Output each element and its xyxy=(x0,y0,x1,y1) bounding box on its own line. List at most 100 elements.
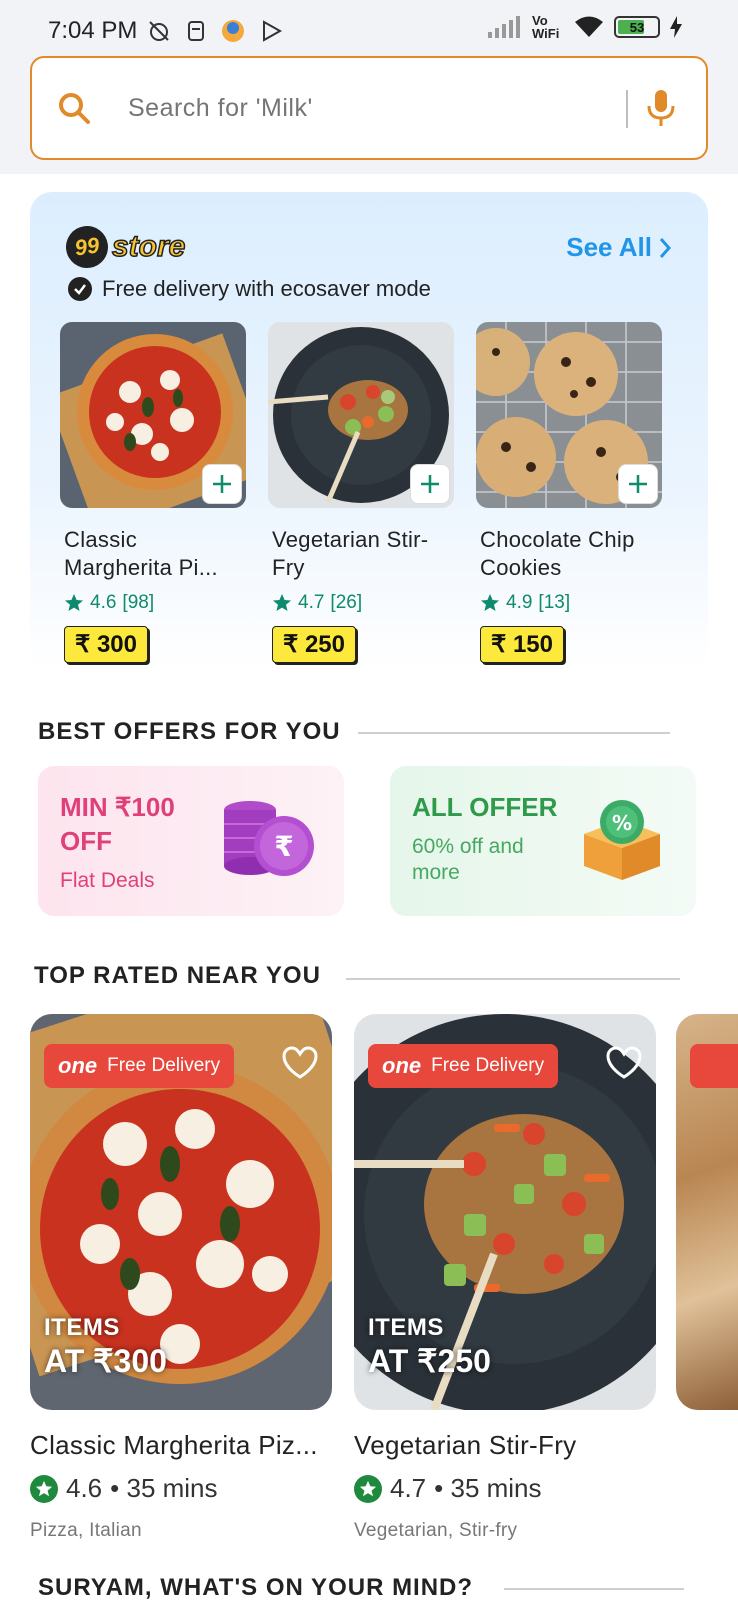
restaurant-card[interactable]: one Free Delivery ITEMS AT ₹250 Vegetari… xyxy=(354,1014,656,1542)
status-system-icons: Vo WiFi 53 xyxy=(488,14,682,40)
items-price: AT ₹250 xyxy=(368,1343,491,1379)
alarm-off-icon xyxy=(149,21,169,41)
restaurant-meta: 4.6 • 35 mins xyxy=(30,1473,332,1504)
free-delivery-text: Free Delivery xyxy=(107,1055,221,1076)
star-icon xyxy=(65,594,83,611)
chevron-right-icon xyxy=(659,237,672,258)
search-container xyxy=(0,56,738,174)
store-logo-badge: 99 xyxy=(63,223,111,271)
restaurant-rating: 4.6 xyxy=(66,1473,103,1503)
plus-icon xyxy=(421,475,439,493)
items-price-overlay: ITEMS AT ₹300 xyxy=(44,1314,167,1380)
search-icon[interactable] xyxy=(56,90,92,126)
restaurant-cuisine: Vegetarian, Stir-fry xyxy=(354,1520,518,1541)
heart-icon[interactable] xyxy=(606,1046,642,1080)
section-divider xyxy=(358,732,670,734)
status-bar: 7:04 PM Vo WiFi 53 xyxy=(0,0,738,56)
svg-text:₹: ₹ xyxy=(274,830,293,863)
store-section: 99 store See All Free delivery with ecos… xyxy=(30,192,708,670)
play-store-icon xyxy=(263,20,283,42)
restaurant-time: • 35 mins xyxy=(110,1473,218,1503)
restaurant-image-cookies xyxy=(676,1014,738,1410)
store-items-list: Classic Margherita Pi... 4.6 [98] ₹ 300 … xyxy=(60,322,662,663)
signal-icon xyxy=(488,16,520,38)
search-input[interactable] xyxy=(128,88,608,128)
battery-icon: 53 xyxy=(614,16,660,38)
add-to-cart-button[interactable] xyxy=(410,464,450,504)
restaurant-card-peek[interactable] xyxy=(676,1014,738,1410)
offer-title: MIN ₹100 OFF xyxy=(60,792,175,856)
free-delivery-badge: one Free Delivery xyxy=(44,1044,235,1088)
rating-count: [98] xyxy=(122,592,155,613)
app-notification-icon xyxy=(188,21,204,41)
price-tag: ₹ 150 xyxy=(480,626,564,663)
restaurant-image-pizza: one Free Delivery ITEMS AT ₹300 xyxy=(30,1014,332,1410)
offer-card-min-off[interactable]: MIN ₹100 OFF Flat Deals ₹ xyxy=(38,766,344,916)
store-item-name: Classic Margherita Pi... xyxy=(64,527,218,580)
see-all-label: See All xyxy=(566,232,652,262)
store-logo: 99 store xyxy=(63,223,186,271)
avatar-notification-icon xyxy=(222,20,244,42)
offer-subtitle: 60% off and more xyxy=(412,835,524,884)
check-circle-icon xyxy=(68,277,92,301)
rating-count: [26] xyxy=(330,592,363,613)
rating-count: [13] xyxy=(538,592,571,613)
top-rated-section-title: TOP RATED NEAR YOU xyxy=(34,962,321,989)
search-divider xyxy=(626,90,628,128)
restaurant-time: • 35 mins xyxy=(434,1473,542,1503)
mic-icon[interactable] xyxy=(646,88,676,128)
mind-section-title: SURYAM, WHAT'S ON YOUR MIND? xyxy=(38,1574,474,1600)
add-to-cart-button[interactable] xyxy=(202,464,242,504)
see-all-link[interactable]: See All xyxy=(566,232,672,263)
price-tag: ₹ 300 xyxy=(64,626,148,663)
store-item[interactable]: Chocolate Chip Cookies 4.9 [13] ₹ 150 xyxy=(476,322,662,663)
plus-icon xyxy=(213,475,231,493)
vowifi-label: Vo WiFi xyxy=(532,13,560,41)
free-delivery-text: Free Delivery xyxy=(431,1055,545,1076)
restaurant-name: Classic Margherita Piz... xyxy=(30,1430,318,1460)
restaurant-image-stir-fry: one Free Delivery ITEMS AT ₹250 xyxy=(354,1014,656,1410)
status-notification-icons xyxy=(146,18,284,44)
one-badge-logo: one xyxy=(382,1053,422,1078)
store-item-rating: 4.9 [13] xyxy=(480,592,662,614)
items-price: AT ₹300 xyxy=(44,1343,167,1379)
store-item-name: Vegetarian Stir-Fry xyxy=(272,527,429,580)
rating-value: 4.7 xyxy=(298,592,325,613)
star-icon xyxy=(481,594,499,611)
free-delivery-badge: one Free Delivery xyxy=(368,1044,559,1088)
pizza-image xyxy=(60,322,246,508)
heart-icon[interactable] xyxy=(282,1046,318,1080)
offer-card-all-offer[interactable]: ALL OFFER 60% off and more % xyxy=(390,766,696,916)
coins-rupee-icon: ₹ xyxy=(224,801,314,876)
charging-icon xyxy=(670,16,682,38)
store-item-rating: 4.7 [26] xyxy=(272,592,454,614)
items-price-overlay: ITEMS AT ₹250 xyxy=(368,1314,491,1380)
store-subtitle: Free delivery with ecosaver mode xyxy=(68,276,431,302)
plus-icon xyxy=(629,475,647,493)
stir-fry-image xyxy=(268,322,454,508)
rating-star-icon xyxy=(30,1474,58,1503)
store-item[interactable]: Classic Margherita Pi... 4.6 [98] ₹ 300 xyxy=(60,322,246,663)
status-time: 7:04 PM xyxy=(48,17,138,44)
cookies-image xyxy=(476,322,662,508)
section-divider xyxy=(346,978,680,980)
restaurant-name: Vegetarian Stir-Fry xyxy=(354,1430,577,1460)
rating-value: 4.9 xyxy=(506,592,533,613)
restaurant-card[interactable]: one Free Delivery ITEMS AT ₹300 Classic … xyxy=(30,1014,332,1542)
restaurant-meta: 4.7 • 35 mins xyxy=(354,1473,656,1504)
svg-text:%: % xyxy=(612,811,632,835)
store-logo-text: store xyxy=(111,229,186,264)
add-to-cart-button[interactable] xyxy=(618,464,658,504)
section-divider xyxy=(504,1588,684,1590)
rating-star-icon xyxy=(354,1474,382,1503)
store-item[interactable]: Vegetarian Stir-Fry 4.7 [26] ₹ 250 xyxy=(268,322,454,663)
offers-section-title: BEST OFFERS FOR YOU xyxy=(38,718,341,745)
star-icon xyxy=(273,594,291,611)
restaurant-cuisine: Pizza, Italian xyxy=(30,1520,142,1541)
price-tag: ₹ 250 xyxy=(272,626,356,663)
wifi-icon xyxy=(575,16,603,37)
search-bar[interactable] xyxy=(30,56,708,160)
store-subtitle-text: Free delivery with ecosaver mode xyxy=(102,276,431,301)
store-item-name: Chocolate Chip Cookies xyxy=(480,527,635,580)
items-label: ITEMS xyxy=(368,1314,444,1341)
